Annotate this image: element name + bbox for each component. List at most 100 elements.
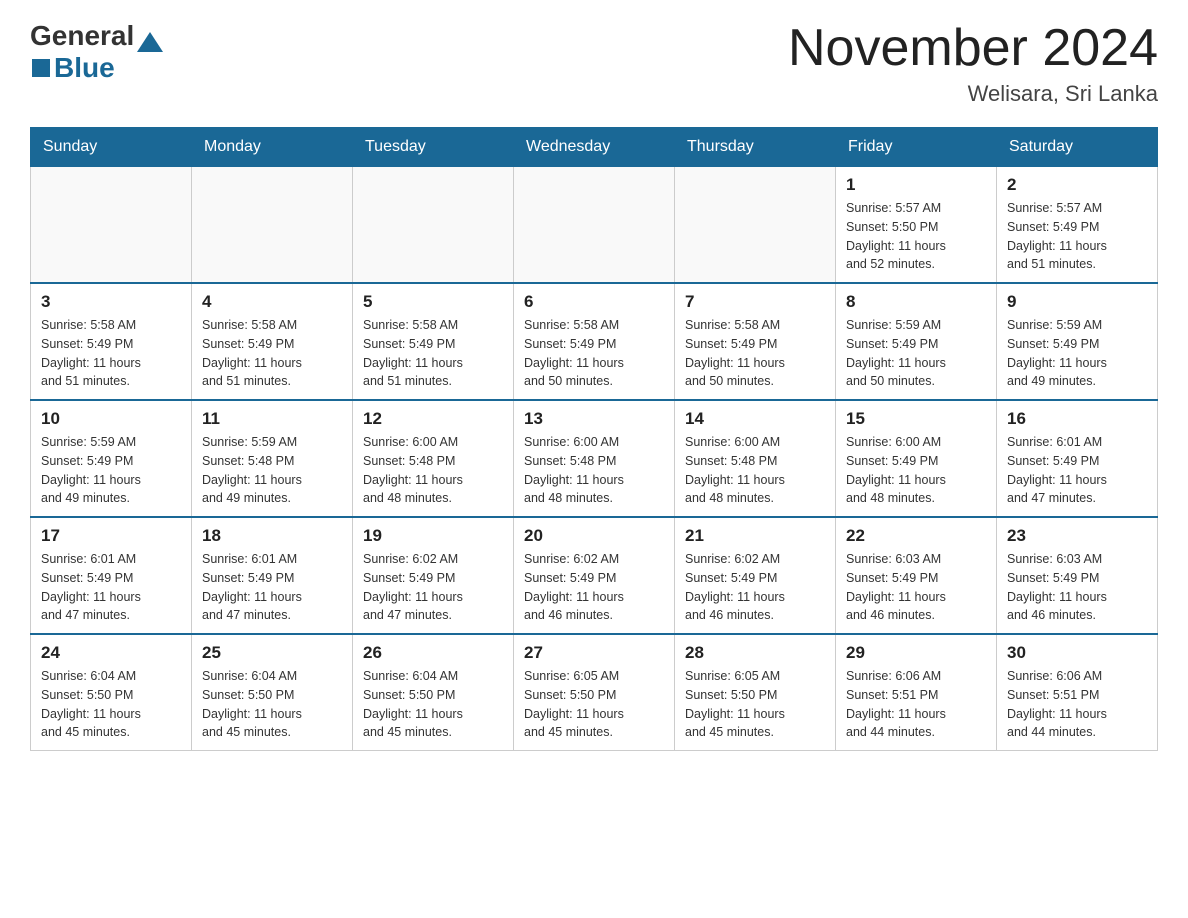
day-number: 11 bbox=[202, 409, 342, 429]
calendar-cell: 17 Sunrise: 6:01 AMSunset: 5:49 PMDayligh… bbox=[31, 517, 192, 634]
calendar-cell bbox=[192, 167, 353, 284]
calendar-cell: 28 Sunrise: 6:05 AMSunset: 5:50 PMDayligh… bbox=[675, 634, 836, 751]
day-number: 10 bbox=[41, 409, 181, 429]
calendar-week-row: 1 Sunrise: 5:57 AMSunset: 5:50 PMDaylight… bbox=[31, 167, 1158, 284]
day-number: 12 bbox=[363, 409, 503, 429]
day-number: 22 bbox=[846, 526, 986, 546]
calendar-cell: 20 Sunrise: 6:02 AMSunset: 5:49 PMDayligh… bbox=[514, 517, 675, 634]
calendar-cell: 7 Sunrise: 5:58 AMSunset: 5:49 PMDaylight… bbox=[675, 283, 836, 400]
day-info: Sunrise: 6:02 AMSunset: 5:49 PMDaylight:… bbox=[685, 550, 825, 625]
day-info: Sunrise: 5:58 AMSunset: 5:49 PMDaylight:… bbox=[41, 316, 181, 391]
calendar-cell: 26Sunrise: 6:04 AMSunset: 5:50 PMDayligh… bbox=[353, 634, 514, 751]
day-number: 6 bbox=[524, 292, 664, 312]
day-number: 24 bbox=[41, 643, 181, 663]
calendar-cell: 13Sunrise: 6:00 AMSunset: 5:48 PMDayligh… bbox=[514, 400, 675, 517]
calendar-cell: 16Sunrise: 6:01 AMSunset: 5:49 PMDayligh… bbox=[997, 400, 1158, 517]
day-number: 30 bbox=[1007, 643, 1147, 663]
day-info: Sunrise: 5:59 AMSunset: 5:49 PMDaylight:… bbox=[846, 316, 986, 391]
day-info: Sunrise: 6:04 AMSunset: 5:50 PMDaylight:… bbox=[363, 667, 503, 742]
calendar-cell: 22 Sunrise: 6:03 AMSunset: 5:49 PMDayligh… bbox=[836, 517, 997, 634]
day-info: Sunrise: 5:58 AMSunset: 5:49 PMDaylight:… bbox=[363, 316, 503, 391]
day-number: 5 bbox=[363, 292, 503, 312]
calendar-cell: 8 Sunrise: 5:59 AMSunset: 5:49 PMDaylight… bbox=[836, 283, 997, 400]
day-number: 20 bbox=[524, 526, 664, 546]
calendar-cell: 9 Sunrise: 5:59 AMSunset: 5:49 PMDaylight… bbox=[997, 283, 1158, 400]
day-number: 16 bbox=[1007, 409, 1147, 429]
day-info: Sunrise: 6:00 AMSunset: 5:49 PMDaylight:… bbox=[846, 433, 986, 508]
day-info: Sunrise: 6:01 AMSunset: 5:49 PMDaylight:… bbox=[41, 550, 181, 625]
day-number: 14 bbox=[685, 409, 825, 429]
logo-triangle-icon bbox=[137, 32, 163, 52]
day-number: 19 bbox=[363, 526, 503, 546]
day-number: 3 bbox=[41, 292, 181, 312]
weekday-header-saturday: Saturday bbox=[997, 128, 1158, 167]
location-title: Welisara, Sri Lanka bbox=[788, 81, 1158, 107]
day-number: 1 bbox=[846, 175, 986, 195]
calendar-cell: 18 Sunrise: 6:01 AMSunset: 5:49 PMDayligh… bbox=[192, 517, 353, 634]
weekday-header-thursday: Thursday bbox=[675, 128, 836, 167]
calendar-cell: 15 Sunrise: 6:00 AMSunset: 5:49 PMDayligh… bbox=[836, 400, 997, 517]
calendar-cell: 23 Sunrise: 6:03 AMSunset: 5:49 PMDayligh… bbox=[997, 517, 1158, 634]
day-number: 23 bbox=[1007, 526, 1147, 546]
calendar-cell: 27Sunrise: 6:05 AMSunset: 5:50 PMDayligh… bbox=[514, 634, 675, 751]
day-number: 17 bbox=[41, 526, 181, 546]
day-info: Sunrise: 6:06 AMSunset: 5:51 PMDaylight:… bbox=[1007, 667, 1147, 742]
day-info: Sunrise: 5:59 AMSunset: 5:48 PMDaylight:… bbox=[202, 433, 342, 508]
day-info: Sunrise: 6:05 AMSunset: 5:50 PMDaylight:… bbox=[685, 667, 825, 742]
day-info: Sunrise: 5:59 AMSunset: 5:49 PMDaylight:… bbox=[1007, 316, 1147, 391]
calendar-cell: 5 Sunrise: 5:58 AMSunset: 5:49 PMDaylight… bbox=[353, 283, 514, 400]
calendar-cell: 11 Sunrise: 5:59 AMSunset: 5:48 PMDayligh… bbox=[192, 400, 353, 517]
calendar-cell: 6 Sunrise: 5:58 AMSunset: 5:49 PMDaylight… bbox=[514, 283, 675, 400]
weekday-header-friday: Friday bbox=[836, 128, 997, 167]
day-info: Sunrise: 6:00 AMSunset: 5:48 PMDaylight:… bbox=[685, 433, 825, 508]
day-number: 18 bbox=[202, 526, 342, 546]
calendar-week-row: 17 Sunrise: 6:01 AMSunset: 5:49 PMDayligh… bbox=[31, 517, 1158, 634]
calendar-cell: 21Sunrise: 6:02 AMSunset: 5:49 PMDayligh… bbox=[675, 517, 836, 634]
calendar-cell bbox=[675, 167, 836, 284]
logo-text-blue: Blue bbox=[54, 52, 115, 84]
day-info: Sunrise: 5:58 AMSunset: 5:49 PMDaylight:… bbox=[685, 316, 825, 391]
calendar-cell bbox=[31, 167, 192, 284]
calendar-cell: 14 Sunrise: 6:00 AMSunset: 5:48 PMDayligh… bbox=[675, 400, 836, 517]
day-info: Sunrise: 6:06 AMSunset: 5:51 PMDaylight:… bbox=[846, 667, 986, 742]
logo-text-general: General bbox=[30, 20, 134, 52]
day-number: 4 bbox=[202, 292, 342, 312]
logo: General Blue bbox=[30, 20, 163, 84]
day-info: Sunrise: 5:58 AMSunset: 5:49 PMDaylight:… bbox=[524, 316, 664, 391]
title-area: November 2024 Welisara, Sri Lanka bbox=[788, 20, 1158, 107]
day-info: Sunrise: 6:02 AMSunset: 5:49 PMDaylight:… bbox=[524, 550, 664, 625]
day-info: Sunrise: 6:03 AMSunset: 5:49 PMDaylight:… bbox=[1007, 550, 1147, 625]
weekday-header-wednesday: Wednesday bbox=[514, 128, 675, 167]
day-number: 8 bbox=[846, 292, 986, 312]
calendar-cell: 2 Sunrise: 5:57 AMSunset: 5:49 PMDaylight… bbox=[997, 167, 1158, 284]
day-number: 25 bbox=[202, 643, 342, 663]
calendar-cell: 4 Sunrise: 5:58 AMSunset: 5:49 PMDaylight… bbox=[192, 283, 353, 400]
day-number: 2 bbox=[1007, 175, 1147, 195]
day-info: Sunrise: 6:03 AMSunset: 5:49 PMDaylight:… bbox=[846, 550, 986, 625]
day-number: 9 bbox=[1007, 292, 1147, 312]
calendar-cell: 1 Sunrise: 5:57 AMSunset: 5:50 PMDaylight… bbox=[836, 167, 997, 284]
calendar-cell: 19 Sunrise: 6:02 AMSunset: 5:49 PMDayligh… bbox=[353, 517, 514, 634]
calendar-cell bbox=[353, 167, 514, 284]
calendar-table: SundayMondayTuesdayWednesdayThursdayFrid… bbox=[30, 127, 1158, 751]
day-info: Sunrise: 6:04 AMSunset: 5:50 PMDaylight:… bbox=[202, 667, 342, 742]
day-info: Sunrise: 6:01 AMSunset: 5:49 PMDaylight:… bbox=[202, 550, 342, 625]
calendar-cell: 10Sunrise: 5:59 AMSunset: 5:49 PMDayligh… bbox=[31, 400, 192, 517]
day-number: 28 bbox=[685, 643, 825, 663]
day-number: 15 bbox=[846, 409, 986, 429]
day-info: Sunrise: 6:00 AMSunset: 5:48 PMDaylight:… bbox=[363, 433, 503, 508]
calendar-week-row: 3 Sunrise: 5:58 AMSunset: 5:49 PMDaylight… bbox=[31, 283, 1158, 400]
day-info: Sunrise: 5:57 AMSunset: 5:50 PMDaylight:… bbox=[846, 199, 986, 274]
weekday-header-monday: Monday bbox=[192, 128, 353, 167]
day-info: Sunrise: 5:57 AMSunset: 5:49 PMDaylight:… bbox=[1007, 199, 1147, 274]
day-info: Sunrise: 5:58 AMSunset: 5:49 PMDaylight:… bbox=[202, 316, 342, 391]
weekday-header-sunday: Sunday bbox=[31, 128, 192, 167]
weekday-header-tuesday: Tuesday bbox=[353, 128, 514, 167]
day-info: Sunrise: 6:02 AMSunset: 5:49 PMDaylight:… bbox=[363, 550, 503, 625]
weekday-header-row: SundayMondayTuesdayWednesdayThursdayFrid… bbox=[31, 128, 1158, 167]
day-number: 27 bbox=[524, 643, 664, 663]
header: General Blue November 2024 Welisara, Sri… bbox=[30, 20, 1158, 107]
calendar-cell: 3 Sunrise: 5:58 AMSunset: 5:49 PMDaylight… bbox=[31, 283, 192, 400]
day-number: 7 bbox=[685, 292, 825, 312]
calendar-cell: 30 Sunrise: 6:06 AMSunset: 5:51 PMDayligh… bbox=[997, 634, 1158, 751]
